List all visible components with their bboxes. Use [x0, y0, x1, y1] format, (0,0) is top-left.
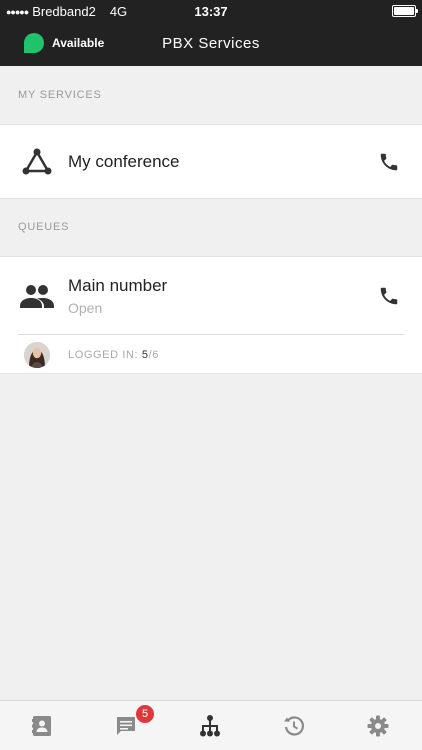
page-title: PBX Services — [162, 35, 260, 52]
unread-badge: 5 — [136, 705, 154, 723]
section-label-my-services: MY SERVICES — [18, 89, 102, 101]
hierarchy-icon — [200, 715, 220, 737]
service-title: My conference — [68, 152, 180, 171]
avatar — [24, 342, 50, 368]
app-header: ●●●●● Bredband2 4G 13:37 Available PBX S… — [0, 0, 422, 66]
phone-icon[interactable] — [378, 285, 400, 307]
battery-icon — [392, 5, 418, 17]
history-icon — [284, 716, 305, 736]
queue-status: Open — [68, 300, 103, 316]
phone-icon[interactable] — [378, 151, 400, 173]
group-icon — [20, 285, 54, 308]
status-time: 13:37 — [194, 4, 228, 19]
logged-in-count: 5 — [141, 349, 149, 361]
gear-icon — [367, 715, 389, 737]
my-services-card: My conference — [0, 124, 422, 199]
status-bar: ●●●●● Bredband2 4G 13:37 — [0, 0, 422, 22]
contacts-icon — [32, 716, 51, 736]
chat-icon — [117, 717, 135, 735]
logged-in-total: /6 — [148, 349, 159, 361]
service-item-my-conference[interactable]: My conference — [0, 125, 422, 198]
tab-settings[interactable] — [336, 701, 420, 750]
tab-contacts[interactable] — [0, 701, 84, 750]
tab-messages[interactable]: 5 — [84, 701, 168, 750]
section-label-queues: QUEUES — [18, 221, 70, 233]
queue-title: Main number — [68, 276, 168, 295]
logged-in-label: LOGGED IN: — [68, 349, 139, 361]
conference-icon — [22, 148, 52, 175]
queues-card: Main number Open LOGGED IN: 5/6 — [0, 256, 422, 374]
tab-bar: 5 — [0, 700, 422, 750]
queue-item-main-number[interactable]: Main number Open — [0, 257, 422, 334]
tab-pbx-services[interactable] — [168, 701, 252, 750]
tab-history[interactable] — [252, 701, 336, 750]
queue-agents-row[interactable]: LOGGED IN: 5/6 — [0, 335, 422, 375]
logged-in-info: LOGGED IN: 5/6 — [68, 349, 159, 361]
agent-photo-icon — [24, 342, 50, 368]
